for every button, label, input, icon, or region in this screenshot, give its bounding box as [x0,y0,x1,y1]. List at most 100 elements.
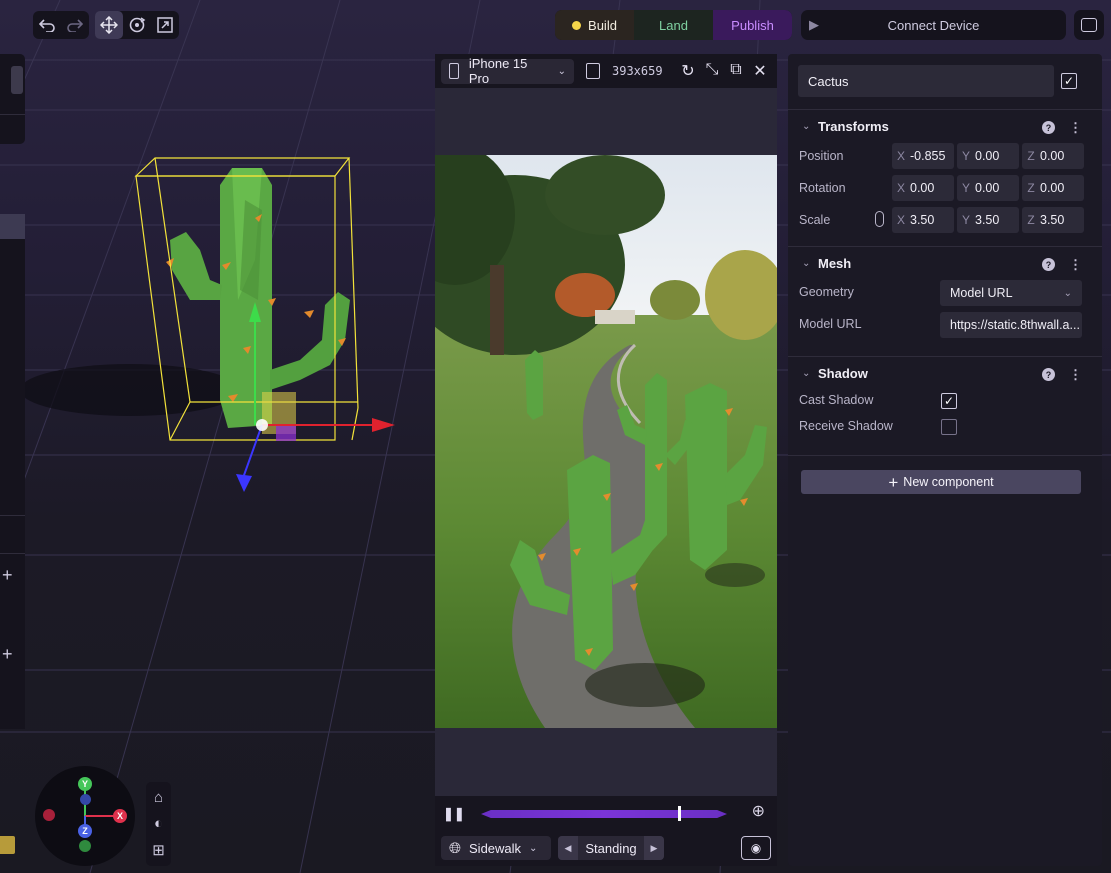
cast-shadow-checkbox[interactable]: ✓ [941,393,957,409]
play-icon: ▶ [809,17,819,32]
divider [0,114,25,115]
history-toolbar [33,11,89,39]
gizmo-negative-x[interactable] [43,809,55,821]
mode-switcher: Build Land Publish [555,10,792,40]
gizmo-x-axis[interactable]: X [113,809,127,823]
camera-feed[interactable] [435,155,777,728]
left-panel-edge[interactable] [0,54,25,144]
camera-feed-image [435,155,777,728]
transforms-section-header[interactable]: ⌄ Transforms [802,119,889,134]
entity-name-input[interactable]: Cactus [798,65,1054,97]
build-mode-button[interactable]: Build [555,10,634,40]
more-options-icon[interactable]: ⋮ [1069,258,1082,271]
timeline-scrubber[interactable] [481,806,727,821]
position-z-field[interactable]: Z 0.00 [1022,143,1084,169]
grid-icon[interactable]: ⊞ [152,841,165,859]
entity-enabled-checkbox[interactable]: ✓ [1061,73,1077,89]
timeline-handle[interactable] [677,806,681,821]
window-icon [1081,18,1097,32]
add-icon[interactable]: + [2,644,13,665]
cast-shadow-label: Cast Shadow [799,393,874,407]
position-x-field[interactable]: X -0.855 [892,143,954,169]
gizmo-negative-z[interactable] [80,794,91,805]
rotation-x-value: 0.00 [910,181,935,195]
mesh-title: Mesh [818,256,852,271]
rotation-x-field[interactable]: X 0.00 [892,175,954,201]
rotate-icon [129,17,146,33]
transforms-title: Transforms [818,119,889,134]
axis-z-label: Z [1027,213,1035,227]
globe-icon: 🌐︎ [449,839,462,857]
position-x-value: -0.855 [910,149,946,163]
build-status-dot [572,20,582,30]
chevron-down-icon: ⌄ [529,842,538,854]
collapse-icon[interactable]: ⤡ [701,61,723,81]
open-external-icon[interactable]: ⧉ [725,61,747,81]
chevron-down-icon: ⌄ [802,368,811,379]
resolution-display[interactable]: 393x659 [586,63,663,79]
receive-shadow-checkbox[interactable] [941,419,957,435]
transform-toolbar [95,11,179,39]
help-icon[interactable]: ? [1042,368,1055,381]
home-icon[interactable]: ⌂ [154,789,163,806]
recenter-icon[interactable]: ⊕ [752,801,765,821]
left-panel-handle[interactable] [11,66,23,94]
panel-toggle-button[interactable] [1074,10,1104,40]
reload-icon[interactable]: ↻ [677,61,699,81]
shadow-section-header[interactable]: ⌄ Shadow [802,366,868,381]
device-select[interactable]: iPhone 15 Pro ⌄ [441,56,574,86]
shadow-title: Shadow [818,366,868,381]
inspector-panel: Cactus ✓ ⌄ Transforms ? ⋮ Position X -0.8… [788,54,1102,866]
new-component-button[interactable]: + New component [801,470,1081,494]
scale-icon [157,17,173,33]
pose-name: Standing [585,840,637,856]
playback-timeline: ❚❚ [443,802,769,826]
axis-z-label: Z [1027,181,1035,195]
view-navigation-gizmo[interactable]: Y X Z [35,766,135,866]
scale-tool-button[interactable] [151,11,179,39]
scale-z-field[interactable]: Z 3.50 [1022,207,1084,233]
help-icon[interactable]: ? [1042,258,1055,271]
publish-mode-button[interactable]: Publish [713,10,792,40]
redo-button[interactable] [61,11,89,39]
mesh-section-header[interactable]: ⌄ Mesh [802,256,851,271]
device-name: iPhone 15 Pro [468,56,528,86]
camera-capture-button[interactable]: ◉ [741,836,771,860]
rotation-z-field[interactable]: Z 0.00 [1022,175,1084,201]
position-y-value: 0.00 [975,149,1000,163]
land-mode-label: Land [659,17,688,33]
rotate-tool-button[interactable] [123,11,151,39]
close-icon[interactable]: ✕ [749,61,771,81]
scene-select[interactable]: 🌐︎ Sidewalk ⌄ [441,836,551,860]
more-options-icon[interactable]: ⋮ [1069,121,1082,134]
position-y-field[interactable]: Y 0.00 [957,143,1019,169]
rotation-y-field[interactable]: Y 0.00 [957,175,1019,201]
help-icon[interactable]: ? [1042,121,1055,134]
position-label: Position [799,149,844,163]
scale-y-field[interactable]: Y 3.50 [957,207,1019,233]
gizmo-z-axis[interactable]: Z [78,824,92,838]
link-icon[interactable] [875,211,884,227]
chevron-down-icon: ⌄ [802,121,811,132]
move-tool-button[interactable] [95,11,123,39]
previous-pose-button[interactable]: ◀ [558,836,578,860]
connect-device-button[interactable]: ▶ Connect Device [801,10,1066,40]
land-mode-button[interactable]: Land [634,10,713,40]
next-pose-button[interactable]: ▶ [643,836,664,860]
moon-icon[interactable]: ◐ [154,815,163,832]
scale-x-field[interactable]: X 3.50 [892,207,954,233]
undo-button[interactable] [33,11,61,39]
more-options-icon[interactable]: ⋮ [1069,368,1082,381]
left-panel-selected-item[interactable] [0,214,25,239]
rotate-device-icon [586,63,600,79]
gizmo-negative-y[interactable] [79,840,91,852]
geometry-select[interactable]: Model URL ⌄ [940,280,1082,306]
scale-y-value: 3.50 [975,213,1000,227]
pose-selector: ◀ Standing ▶ [558,836,664,860]
add-icon[interactable]: + [2,565,13,586]
pause-icon[interactable]: ❚❚ [443,806,465,822]
chevron-down-icon: ⌄ [802,258,811,269]
gizmo-y-axis[interactable]: Y [78,777,92,791]
model-url-input[interactable]: https://static.8thwall.a... [940,312,1082,338]
warning-tag[interactable] [0,836,15,854]
